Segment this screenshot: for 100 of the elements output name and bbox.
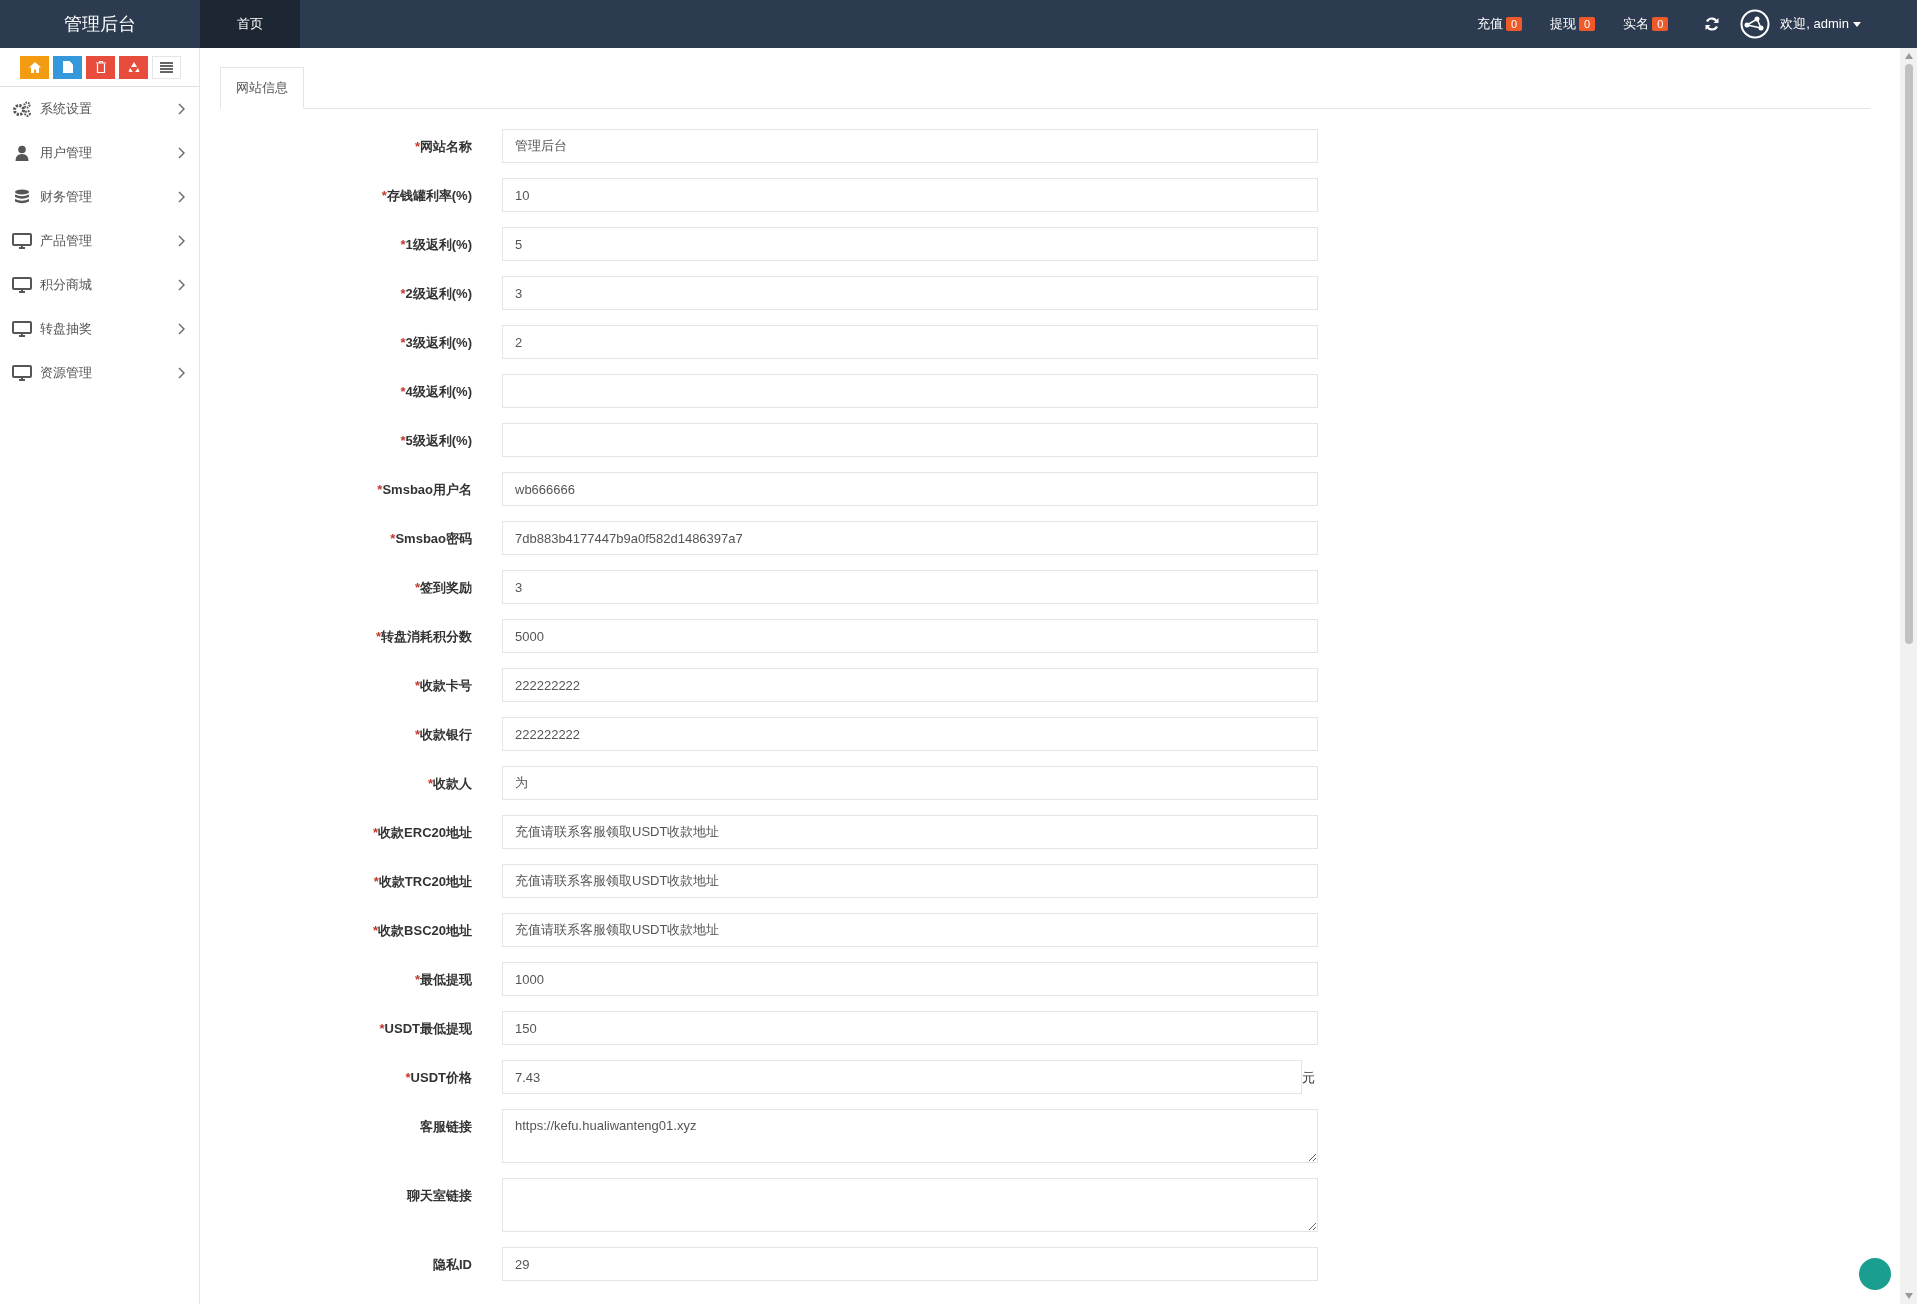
sidebar-label: 产品管理: [40, 232, 93, 250]
chevron-right-icon: [178, 235, 185, 247]
scroll-down-icon[interactable]: [1903, 1292, 1914, 1300]
sidebar-item[interactable]: 转盘抽奖: [0, 307, 199, 351]
monitor-icon: [12, 365, 32, 381]
chevron-right-icon: [178, 367, 185, 379]
count-badge: 0: [1506, 17, 1523, 31]
sidebar-item[interactable]: 用户管理: [0, 131, 199, 175]
floating-button[interactable]: [1859, 1258, 1891, 1290]
input-field[interactable]: [502, 374, 1318, 408]
input-field[interactable]: 为: [502, 766, 1318, 800]
monitor-icon: [12, 233, 32, 249]
field-label: *收款ERC20地址: [372, 824, 472, 842]
input-field[interactable]: wb666666: [502, 472, 1318, 506]
content-tab[interactable]: 网站信息: [220, 67, 304, 109]
sidebar-label: 积分商城: [40, 276, 93, 294]
sidebar-item[interactable]: 产品管理: [0, 219, 199, 263]
chevron-right-icon: [178, 191, 185, 203]
field-label: *最低提现: [413, 971, 472, 989]
input-field[interactable]: 5000: [502, 619, 1318, 653]
unit-label: 元: [1302, 1069, 1316, 1087]
scroll-thumb[interactable]: [1904, 64, 1913, 644]
sidebar-label: 系统设置: [40, 100, 93, 118]
field-label: *收款BSC20地址: [372, 922, 472, 940]
field-label: *4级返利(%): [399, 383, 472, 401]
input-field[interactable]: 5: [502, 227, 1318, 261]
brand-title: 管理后台: [63, 13, 137, 36]
field-label: *签到奖励: [413, 579, 472, 597]
input-field[interactable]: 7.43: [502, 1060, 1302, 1094]
document-icon: [62, 61, 73, 73]
database-icon: [12, 189, 32, 205]
input-field[interactable]: 3: [502, 570, 1318, 604]
trash-icon: [95, 61, 106, 73]
share-network-icon[interactable]: [1740, 9, 1771, 39]
menu-button[interactable]: [152, 55, 181, 79]
home-button[interactable]: [20, 55, 49, 79]
menu-icon: [160, 61, 173, 73]
input-field[interactable]: 150: [502, 1011, 1318, 1045]
input-field[interactable]: [502, 423, 1318, 457]
user-menu[interactable]: 欢迎, admin: [1780, 15, 1861, 33]
sidebar-label: 用户管理: [40, 144, 93, 162]
nav-tab[interactable]: 首页: [200, 0, 300, 48]
input-field[interactable]: 充值请联系客服领取USDT收款地址: [502, 913, 1318, 947]
sidebar-item[interactable]: 积分商城: [0, 263, 199, 307]
field-label: *收款银行: [413, 726, 472, 744]
input-field[interactable]: 2: [502, 325, 1318, 359]
scrollbar[interactable]: [1900, 48, 1917, 1304]
field-label: *1级返利(%): [399, 236, 472, 254]
chevron-right-icon: [178, 323, 185, 335]
input-field[interactable]: 充值请联系客服领取USDT收款地址: [502, 864, 1318, 898]
text-area[interactable]: [502, 1178, 1318, 1232]
chevron-right-icon: [178, 279, 185, 291]
field-label: *Smsbao用户名: [376, 481, 472, 499]
input-field[interactable]: 222222222: [502, 668, 1318, 702]
field-label: *收款卡号: [413, 677, 472, 695]
input-field[interactable]: 3: [502, 276, 1318, 310]
home-icon: [28, 61, 41, 73]
document-button[interactable]: [53, 55, 82, 79]
input-field[interactable]: 1000: [502, 962, 1318, 996]
field-label: *存钱罐利率(%): [380, 187, 472, 205]
chevron-right-icon: [178, 103, 185, 115]
field-label: *USDT价格: [404, 1069, 472, 1087]
input-field[interactable]: 管理后台: [502, 129, 1318, 163]
field-label: *5级返利(%): [399, 432, 472, 450]
text-area[interactable]: https://kefu.hualiwanteng01.xyz: [502, 1109, 1318, 1163]
recycle-icon: [127, 61, 140, 73]
monitor-icon: [12, 277, 32, 293]
field-label: *转盘消耗积分数: [374, 628, 472, 646]
field-label: 客服链接: [419, 1118, 472, 1136]
chevron-right-icon: [178, 147, 185, 159]
nav-link[interactable]: 提现: [1550, 15, 1577, 33]
input-field[interactable]: 29: [502, 1247, 1318, 1281]
sidebar-label: 财务管理: [40, 188, 93, 206]
count-badge: 0: [1652, 17, 1669, 31]
gears-icon: [12, 101, 32, 117]
refresh-icon[interactable]: [1704, 16, 1721, 32]
field-label: *收款TRC20地址: [372, 873, 472, 891]
nav-link[interactable]: 实名: [1623, 15, 1650, 33]
sidebar-item[interactable]: 系统设置: [0, 87, 199, 131]
trash-button[interactable]: [86, 55, 115, 79]
field-label: *3级返利(%): [399, 334, 472, 352]
input-field[interactable]: 10: [502, 178, 1318, 212]
recycle-button[interactable]: [119, 55, 148, 79]
sidebar-item[interactable]: 财务管理: [0, 175, 199, 219]
input-field[interactable]: 充值请联系客服领取USDT收款地址: [502, 815, 1318, 849]
scroll-up-icon[interactable]: [1903, 52, 1914, 60]
sidebar-label: 转盘抽奖: [40, 320, 93, 338]
field-label: 隐私ID: [432, 1256, 472, 1274]
count-badge: 0: [1579, 17, 1596, 31]
field-label: 聊天室链接: [406, 1187, 472, 1205]
field-label: *收款人: [426, 775, 472, 793]
nav-link[interactable]: 充值: [1477, 15, 1503, 33]
field-label: *Smsbao密码: [389, 530, 472, 548]
field-label: *USDT最低提现: [378, 1020, 472, 1038]
input-field[interactable]: 222222222: [502, 717, 1318, 751]
field-label: *网站名称: [413, 138, 472, 156]
input-field[interactable]: 7db883b4177447b9a0f582d1486397a7: [502, 521, 1318, 555]
sidebar-item[interactable]: 资源管理: [0, 351, 199, 395]
sidebar-label: 资源管理: [40, 364, 93, 382]
field-label: *2级返利(%): [399, 285, 472, 303]
